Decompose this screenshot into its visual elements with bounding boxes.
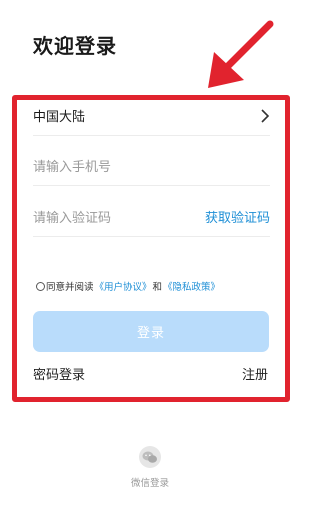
chevron-right-icon [261, 108, 270, 123]
privacy-policy-link[interactable]: 《隐私政策》 [163, 279, 220, 293]
phone-field[interactable]: 请输入手机号 [33, 146, 270, 186]
phone-input[interactable]: 请输入手机号 [33, 156, 111, 175]
agreement-row: 同意并阅读 《用户协议》 和 《隐私政策》 [36, 279, 221, 293]
wechat-icon[interactable] [139, 446, 161, 468]
wechat-glyph-icon [142, 451, 157, 463]
agreement-prefix: 同意并阅读 [46, 282, 94, 293]
get-code-button[interactable]: 获取验证码 [205, 207, 270, 226]
agreement-and: 和 [152, 282, 163, 293]
page-title: 欢迎登录 [33, 34, 117, 58]
region-label: 中国大陆 [33, 110, 86, 125]
region-selector[interactable]: 中国大陆 [33, 96, 270, 136]
wechat-login-label[interactable]: 微信登录 [0, 475, 300, 489]
user-agreement-link[interactable]: 《用户协议》 [95, 279, 152, 293]
register-link[interactable]: 注册 [242, 364, 268, 383]
agreement-checkbox[interactable] [36, 281, 45, 291]
password-login-link[interactable]: 密码登录 [33, 364, 85, 383]
login-button[interactable]: 登录 [33, 311, 269, 352]
verification-code-field[interactable]: 请输入验证码 获取验证码 [33, 197, 270, 237]
bottom-links: 密码登录 注册 [33, 364, 268, 383]
annotation-arrow [208, 20, 274, 88]
code-input[interactable]: 请输入验证码 [33, 207, 111, 226]
annotation-highlight-box [12, 95, 290, 402]
